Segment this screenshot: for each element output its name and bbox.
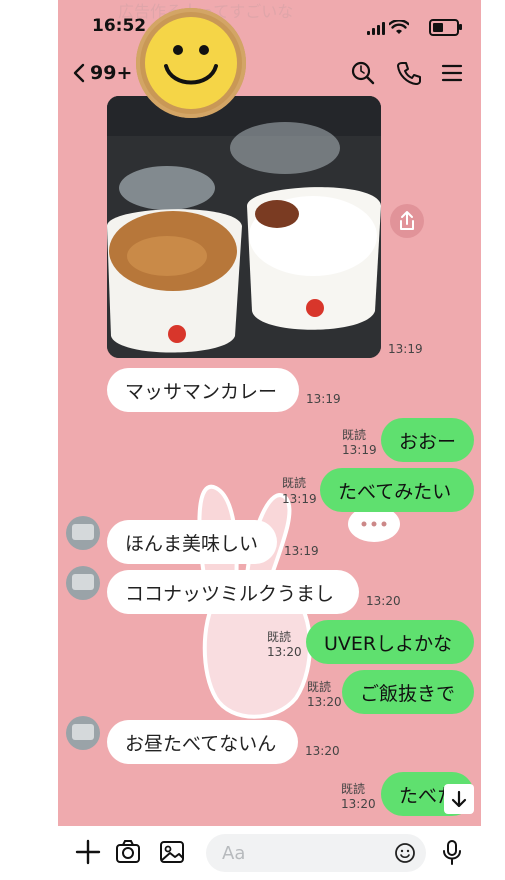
message-input-placeholder: Aa — [222, 843, 246, 864]
read-receipt: 既読 — [282, 476, 307, 490]
emoji-icon[interactable] — [394, 842, 416, 864]
message-list[interactable]: 13:19 マッサマンカレー 13:19 既読 13:19 おおー 既読 13:… — [58, 96, 481, 826]
message-bubble[interactable]: マッサマンカレー — [107, 368, 299, 412]
unread-count: 99+ — [90, 62, 133, 84]
message-bubble[interactable]: たべてみたい — [320, 468, 474, 512]
phone-icon[interactable] — [396, 60, 422, 86]
read-receipt: 既読 — [267, 630, 292, 644]
share-icon — [400, 211, 414, 230]
avatar[interactable] — [66, 516, 100, 550]
avatar[interactable] — [66, 566, 100, 600]
message-time: 13:19 — [284, 544, 319, 558]
smiley-face-icon — [145, 17, 237, 109]
scroll-to-bottom-button[interactable] — [444, 784, 474, 814]
chevron-left-icon — [73, 63, 85, 83]
message-time: 13:20 — [305, 744, 340, 758]
status-bar: 広告作る人ってすごいな 16:52 — [58, 0, 481, 52]
photo-time: 13:19 — [388, 342, 423, 356]
message-input-bar: Aa — [58, 826, 481, 880]
message-input-field[interactable]: Aa — [206, 834, 426, 872]
signal-icon — [367, 22, 385, 35]
share-button[interactable] — [390, 204, 424, 238]
search-icon[interactable] — [350, 60, 376, 86]
read-receipt: 既読 — [307, 680, 332, 694]
message-time: 13:19 — [306, 392, 341, 406]
battery-icon — [429, 19, 462, 36]
menu-icon[interactable] — [440, 60, 464, 86]
message-time: 13:19 — [342, 443, 377, 457]
message-bubble[interactable]: UVERしよかな — [306, 620, 474, 664]
arrow-down-icon — [451, 790, 467, 808]
message-time: 13:20 — [341, 797, 376, 811]
food-photo[interactable] — [107, 96, 381, 358]
back-button[interactable]: 99+ — [72, 62, 132, 84]
wifi-icon — [389, 20, 409, 34]
message-time: 13:20 — [267, 645, 302, 659]
message-bubble[interactable]: ご飯抜きで — [342, 670, 474, 714]
microphone-icon[interactable] — [440, 838, 464, 866]
message-bubble[interactable]: おおー — [381, 418, 474, 462]
chat-header: 99+ — [58, 52, 481, 98]
avatar[interactable] — [66, 716, 100, 750]
message-bubble[interactable]: ココナッツミルクうまし — [107, 570, 359, 614]
chat-partner-avatar[interactable] — [136, 8, 246, 118]
message-time: 13:20 — [307, 695, 342, 709]
chat-screen: 広告作る人ってすごいな 16:52 99+ — [58, 0, 481, 880]
message-time: 13:19 — [282, 492, 317, 506]
curry-photo-image — [107, 96, 381, 358]
camera-icon[interactable] — [114, 838, 142, 866]
image-icon[interactable] — [158, 838, 186, 866]
read-receipt: 既読 — [342, 428, 367, 442]
read-receipt: 既読 — [341, 782, 366, 796]
plus-icon[interactable] — [74, 838, 102, 866]
message-bubble[interactable]: ほんま美味しい — [107, 520, 277, 564]
message-time: 13:20 — [366, 594, 401, 608]
message-bubble[interactable]: お昼たべてないん — [107, 720, 298, 764]
